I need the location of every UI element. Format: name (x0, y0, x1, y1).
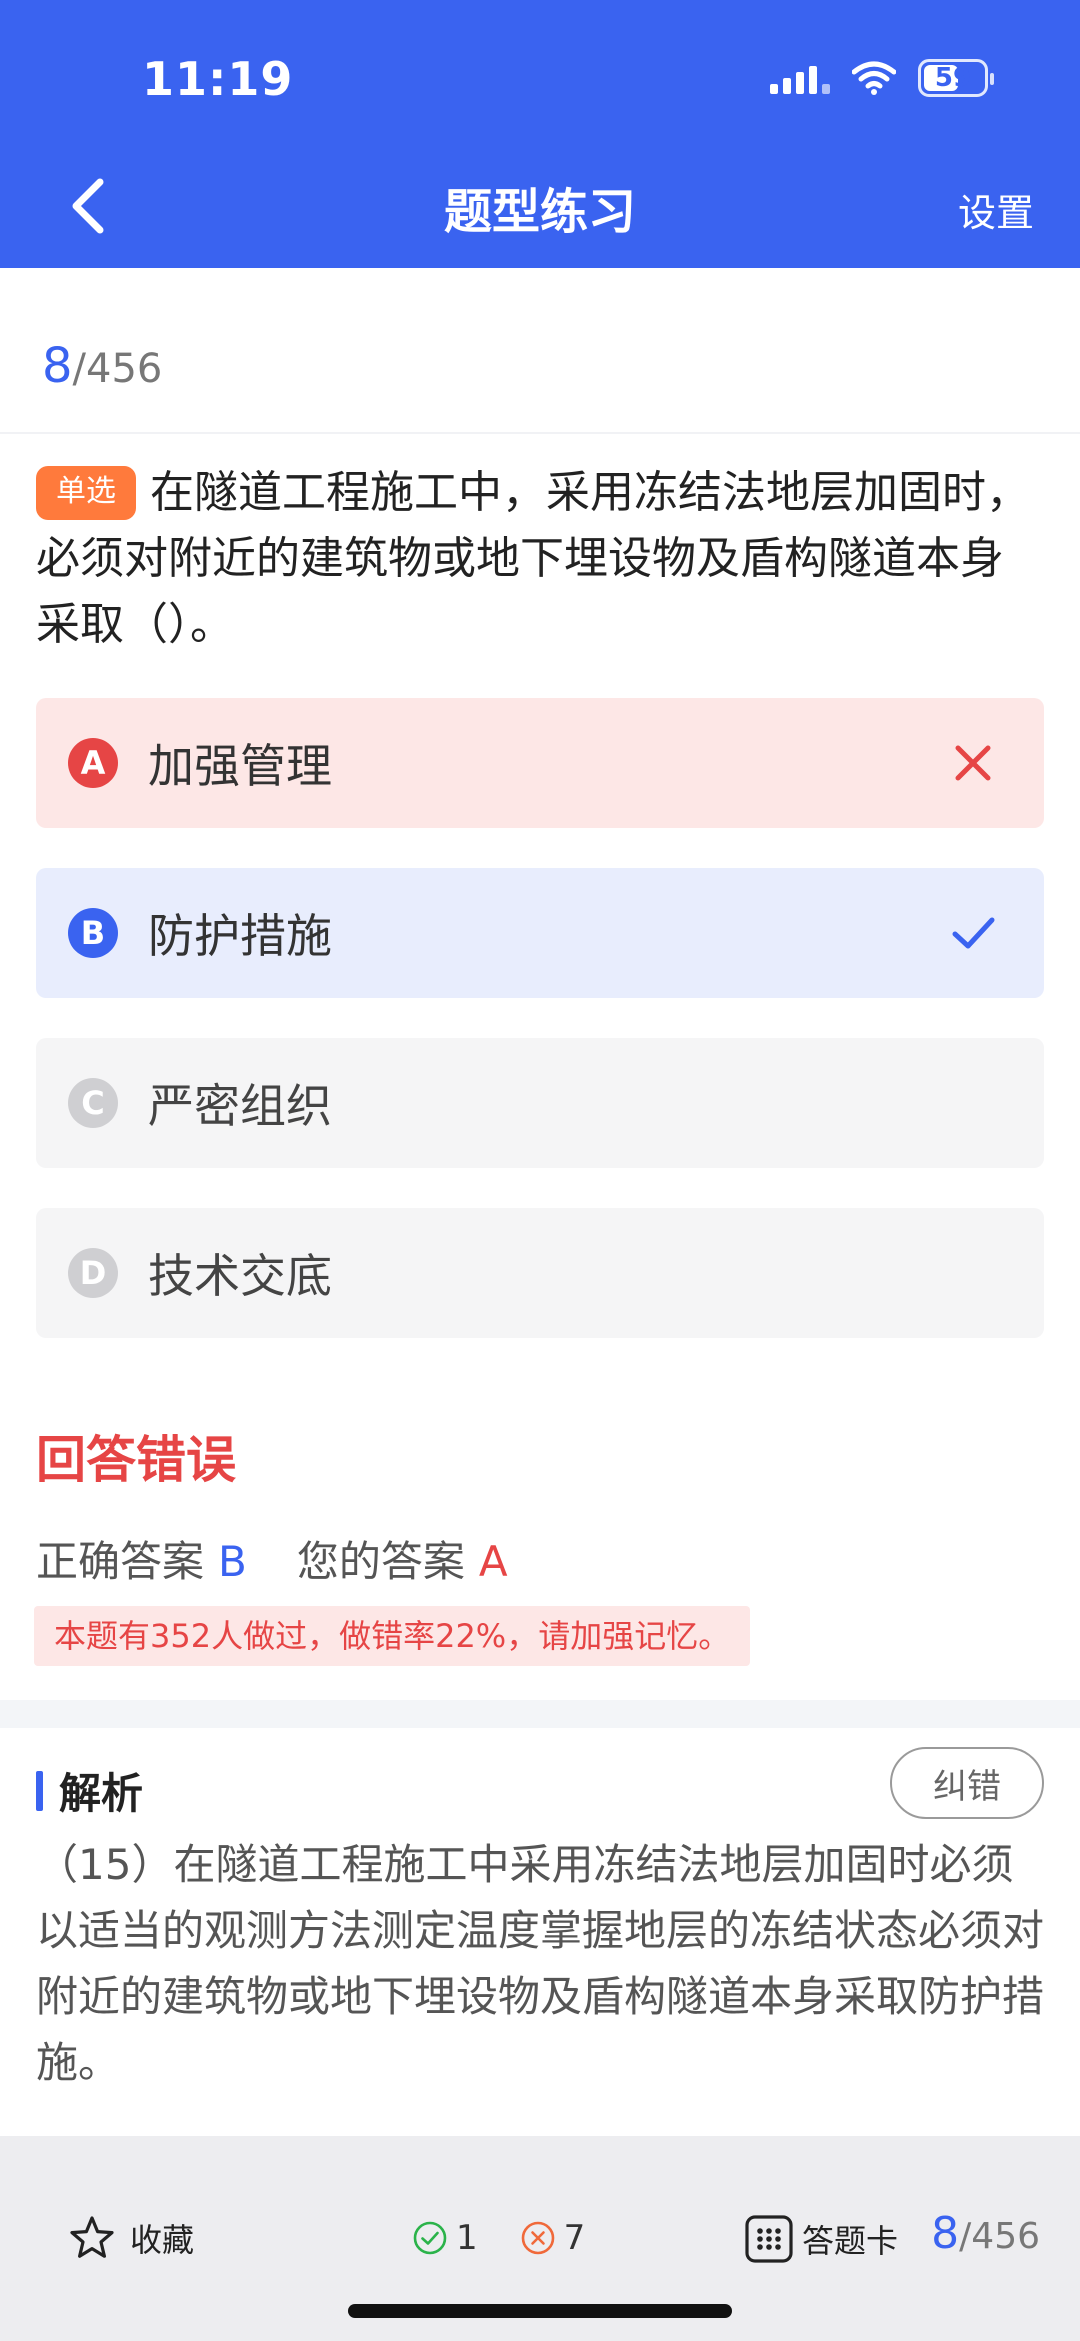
section-divider (0, 1700, 1080, 1728)
option-letter: D (68, 1248, 118, 1298)
correct-answer-value: B (218, 1537, 247, 1586)
question-text: 在隧道工程施工中，采用冻结法地层加固时，必须对附近的建筑物或地下埋设物及盾构隧道… (36, 467, 1030, 650)
error-rate-note: 本题有352人做过，做错率22%，请加强记忆。 (34, 1606, 751, 1666)
answer-card-label: 答题卡 (802, 2222, 899, 2260)
progress-total: /456 (72, 346, 163, 392)
wrong-count: 7 (520, 2218, 586, 2258)
favorite-label: 收藏 (130, 2221, 195, 2259)
correct-answer-label: 正确答案 (36, 1537, 205, 1586)
signal-icon (770, 62, 830, 94)
answer-counts: 1 7 (412, 2218, 627, 2258)
cross-circle-icon (521, 2221, 554, 2255)
favorite-button[interactable]: 收藏 (68, 2214, 194, 2262)
check-icon (952, 917, 995, 949)
app-header: 11:19 59 题型练习 设置 (0, 0, 1080, 268)
option-a[interactable]: A 加强管理 (36, 698, 1044, 828)
settings-button[interactable]: 设置 (958, 182, 1034, 237)
bottom-progress-current: 8 (931, 2208, 960, 2259)
progress-current: 8 (42, 338, 73, 394)
correct-count: 1 (412, 2218, 478, 2258)
option-letter: B (68, 908, 118, 958)
status-icons: 59 (770, 56, 994, 100)
cross-icon (955, 745, 991, 781)
bottom-progress-total: /456 (959, 2216, 1040, 2257)
option-b[interactable]: B 防护措施 (36, 868, 1044, 998)
option-d[interactable]: D 技术交底 (36, 1208, 1044, 1338)
answer-card-button[interactable]: 答题卡 (744, 2214, 898, 2264)
option-text: 技术交底 (148, 1249, 332, 1303)
correct-count-value: 1 (456, 2218, 478, 2258)
home-indicator[interactable] (348, 2304, 732, 2318)
answer-summary: 正确答案 B 您的答案 A (36, 1528, 508, 1589)
divider (0, 432, 1080, 434)
option-letter: C (68, 1078, 118, 1128)
status-time: 11:19 (142, 52, 294, 106)
grid-icon (745, 2215, 793, 2263)
option-text: 加强管理 (148, 739, 332, 793)
wifi-icon (852, 61, 896, 95)
star-icon (70, 2216, 114, 2258)
option-letter: A (68, 738, 118, 788)
question-text-block: 单选 在隧道工程施工中，采用冻结法地层加固时，必须对附近的建筑物或地下埋设物及盾构… (36, 460, 1046, 658)
option-c[interactable]: C 严密组织 (36, 1038, 1044, 1168)
battery-icon: 59 (918, 59, 994, 97)
wrong-count-value: 7 (563, 2218, 586, 2258)
bottom-progress: 8/456 (931, 2208, 1040, 2259)
analysis-text: （15）在隧道工程施工中采用冻结法地层加固时必须以适当的观测方法测定温度掌握地层… (36, 1840, 1045, 2087)
option-text: 严密组织 (148, 1079, 332, 1133)
report-error-button[interactable]: 纠错 (890, 1747, 1044, 1819)
battery-level: 59 (934, 63, 972, 93)
your-answer-value: A (478, 1537, 508, 1586)
option-text: 防护措施 (148, 909, 332, 963)
question-type-badge: 单选 (36, 466, 136, 520)
question-progress: 8/456 (42, 338, 162, 394)
analysis-title: 解析 (59, 1769, 144, 1818)
check-circle-icon (413, 2221, 447, 2255)
analysis-heading: 解析 (36, 1760, 143, 1821)
result-title: 回答错误 (36, 1431, 236, 1489)
page-title: 题型练习 (443, 184, 636, 240)
your-answer-label: 您的答案 (296, 1537, 465, 1586)
